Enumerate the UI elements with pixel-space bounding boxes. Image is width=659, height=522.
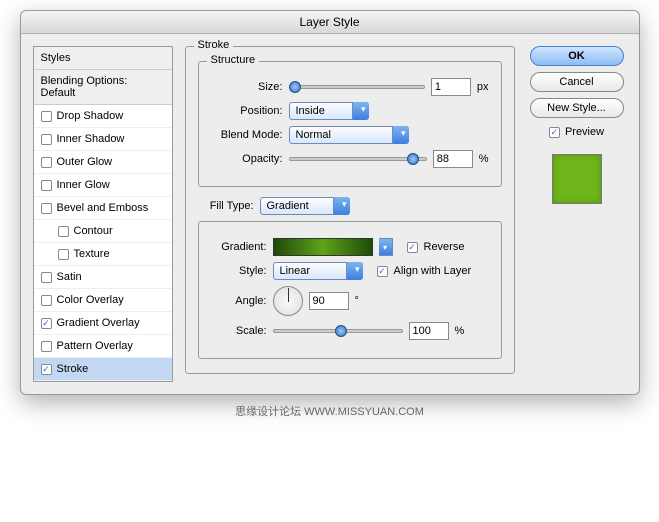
reverse-checkbox[interactable]: ✓ (407, 242, 418, 253)
angle-label: Angle: (211, 295, 267, 307)
gradient-swatch[interactable] (273, 238, 373, 256)
style-item-color-overlay[interactable]: Color Overlay (34, 289, 172, 312)
style-item-pattern-overlay[interactable]: Pattern Overlay (34, 335, 172, 358)
styles-panel: Styles Blending Options: Default Drop Sh… (33, 46, 173, 382)
style-item-contour[interactable]: Contour (34, 220, 172, 243)
structure-fieldset: Structure Size: px Position: Inside Blen… (198, 61, 502, 187)
gradient-label: Gradient: (211, 241, 267, 253)
style-item-gradient-overlay[interactable]: ✓ Gradient Overlay (34, 312, 172, 335)
main-settings: Stroke Structure Size: px Position: Insi… (185, 46, 515, 382)
size-slider[interactable] (289, 85, 425, 89)
style-item-label: Outer Glow (57, 156, 113, 168)
position-select[interactable]: Inside (289, 102, 369, 120)
style-item-label: Gradient Overlay (57, 317, 140, 329)
style-item-texture[interactable]: Texture (34, 243, 172, 266)
blendmode-select[interactable]: Normal (289, 126, 409, 144)
style-item-inner-shadow[interactable]: Inner Shadow (34, 128, 172, 151)
layer-style-dialog: Layer Style Styles Blending Options: Def… (20, 10, 640, 395)
angle-dial[interactable] (273, 286, 303, 316)
scale-label: Scale: (211, 325, 267, 337)
preview-checkbox[interactable]: ✓ (549, 127, 560, 138)
style-checkbox[interactable] (41, 272, 52, 283)
style-label: Style: (211, 265, 267, 277)
angle-input[interactable] (309, 292, 349, 310)
style-checkbox[interactable] (41, 111, 52, 122)
preview-label: Preview (565, 126, 604, 138)
filltype-select[interactable]: Gradient (260, 197, 350, 215)
style-checkbox[interactable]: ✓ (41, 364, 52, 375)
new-style-button[interactable]: New Style... (530, 98, 624, 118)
ok-button[interactable]: OK (530, 46, 624, 66)
style-item-label: Color Overlay (57, 294, 124, 306)
style-checkbox[interactable] (41, 180, 52, 191)
style-checkbox[interactable] (58, 249, 69, 260)
style-item-label: Drop Shadow (57, 110, 124, 122)
style-checkbox[interactable] (41, 341, 52, 352)
style-checkbox[interactable] (41, 203, 52, 214)
reverse-label: Reverse (424, 241, 465, 253)
align-checkbox[interactable]: ✓ (377, 266, 388, 277)
style-item-label: Texture (74, 248, 110, 260)
style-item-label: Inner Shadow (57, 133, 125, 145)
scale-slider[interactable] (273, 329, 403, 333)
filltype-label: Fill Type: (198, 200, 254, 212)
style-item-inner-glow[interactable]: Inner Glow (34, 174, 172, 197)
align-label: Align with Layer (394, 265, 472, 277)
right-panel: OK Cancel New Style... ✓ Preview (527, 46, 627, 382)
size-input[interactable] (431, 78, 471, 96)
style-checkbox[interactable]: ✓ (41, 318, 52, 329)
style-checkbox[interactable] (58, 226, 69, 237)
style-item-outer-glow[interactable]: Outer Glow (34, 151, 172, 174)
styles-header[interactable]: Styles (34, 47, 172, 70)
scale-input[interactable] (409, 322, 449, 340)
style-item-label: Contour (74, 225, 113, 237)
position-label: Position: (211, 105, 283, 117)
opacity-unit: % (479, 153, 489, 165)
preview-swatch (552, 154, 602, 204)
style-item-label: Stroke (57, 363, 89, 375)
blending-options-header[interactable]: Blending Options: Default (34, 70, 172, 105)
style-checkbox[interactable] (41, 295, 52, 306)
footer-text: 思缘设计论坛 WWW.MISSYUAN.COM (10, 395, 649, 427)
style-item-label: Bevel and Emboss (57, 202, 149, 214)
opacity-slider[interactable] (289, 157, 427, 161)
stroke-legend: Stroke (194, 39, 234, 51)
scale-unit: % (455, 325, 465, 337)
blendmode-label: Blend Mode: (211, 129, 283, 141)
structure-legend: Structure (207, 54, 260, 66)
angle-unit: ° (355, 295, 359, 307)
style-item-stroke[interactable]: ✓ Stroke (34, 358, 172, 381)
fill-fieldset: Gradient: ▾ ✓ Reverse Style: Linear ✓ Al… (198, 221, 502, 359)
style-select[interactable]: Linear (273, 262, 363, 280)
style-item-label: Satin (57, 271, 82, 283)
size-label: Size: (211, 81, 283, 93)
cancel-button[interactable]: Cancel (530, 72, 624, 92)
size-unit: px (477, 81, 489, 93)
style-item-satin[interactable]: Satin (34, 266, 172, 289)
style-checkbox[interactable] (41, 134, 52, 145)
style-item-label: Inner Glow (57, 179, 110, 191)
stroke-fieldset: Stroke Structure Size: px Position: Insi… (185, 46, 515, 374)
dialog-title: Layer Style (21, 11, 639, 34)
opacity-input[interactable] (433, 150, 473, 168)
style-item-label: Pattern Overlay (57, 340, 133, 352)
opacity-label: Opacity: (211, 153, 283, 165)
style-item-drop-shadow[interactable]: Drop Shadow (34, 105, 172, 128)
style-checkbox[interactable] (41, 157, 52, 168)
style-item-bevel-and-emboss[interactable]: Bevel and Emboss (34, 197, 172, 220)
gradient-dropdown-icon[interactable]: ▾ (379, 238, 393, 256)
